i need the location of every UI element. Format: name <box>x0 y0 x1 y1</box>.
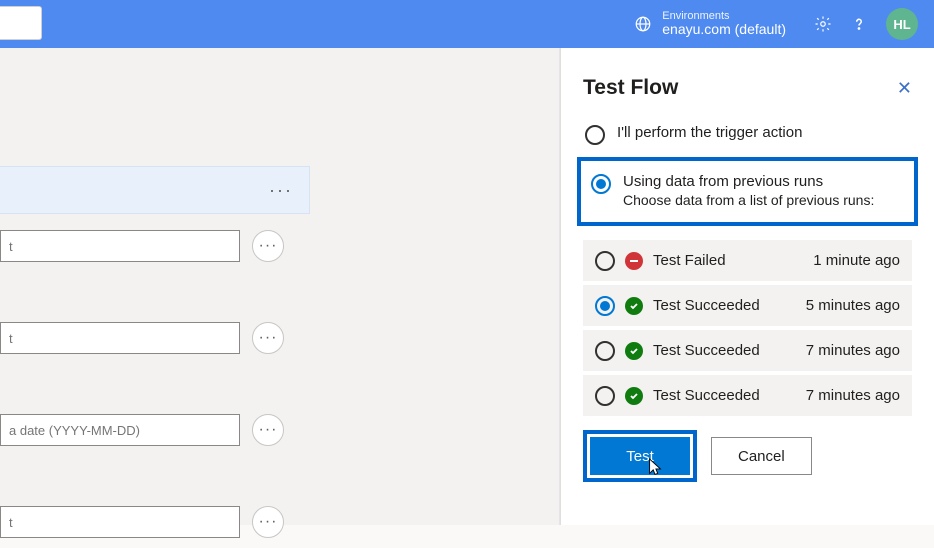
run-item[interactable]: Test Succeeded 5 minutes ago <box>583 285 912 326</box>
panel-buttons: Test Cancel <box>583 430 912 482</box>
option-previous-text: Using data from previous runs Choose dat… <box>623 173 874 208</box>
ellipsis-icon[interactable]: ··· <box>269 180 293 201</box>
option-previous[interactable]: Using data from previous runs Choose dat… <box>589 167 906 214</box>
run-label: Test Succeeded <box>653 342 796 359</box>
status-success-icon <box>625 387 643 405</box>
header-left-box <box>0 6 42 40</box>
app-header: Environments enayu.com (default) HL <box>0 0 934 48</box>
environment-name: enayu.com (default) <box>662 22 786 37</box>
close-icon[interactable]: ✕ <box>897 78 912 99</box>
avatar[interactable]: HL <box>886 8 918 40</box>
highlight-test-button: Test <box>583 430 697 482</box>
run-time: 1 minute ago <box>813 252 900 269</box>
radio-icon[interactable] <box>595 251 615 271</box>
option-previous-label: Using data from previous runs <box>623 173 874 190</box>
radio-icon[interactable] <box>591 174 611 194</box>
run-label: Test Succeeded <box>653 297 796 314</box>
status-success-icon <box>625 297 643 315</box>
gear-icon[interactable] <box>814 15 832 33</box>
help-icon[interactable] <box>850 15 868 33</box>
flow-designer: ··· ··· ··· ··· ··· <box>0 48 560 525</box>
field-options-button[interactable]: ··· <box>252 230 284 262</box>
text-input[interactable] <box>0 322 240 354</box>
input-row: ··· <box>0 496 310 548</box>
highlight-previous-runs: Using data from previous runs Choose dat… <box>577 157 918 226</box>
date-input[interactable] <box>0 414 240 446</box>
run-time: 5 minutes ago <box>806 297 900 314</box>
environment-picker[interactable]: Environments enayu.com (default) <box>634 10 786 37</box>
test-flow-panel: Test Flow ✕ I'll perform the trigger act… <box>560 48 934 525</box>
panel-header: Test Flow ✕ <box>583 76 912 100</box>
option-manual[interactable]: I'll perform the trigger action <box>583 118 912 151</box>
cancel-button[interactable]: Cancel <box>711 437 812 475</box>
test-button[interactable]: Test <box>590 437 690 475</box>
run-label: Test Succeeded <box>653 387 796 404</box>
radio-icon[interactable] <box>595 386 615 406</box>
run-item[interactable]: Test Succeeded 7 minutes ago <box>583 375 912 416</box>
text-input[interactable] <box>0 230 240 262</box>
globe-icon <box>634 15 652 33</box>
run-time: 7 minutes ago <box>806 387 900 404</box>
status-success-icon <box>625 342 643 360</box>
radio-icon[interactable] <box>595 341 615 361</box>
option-manual-label: I'll perform the trigger action <box>617 124 802 141</box>
environment-text: Environments enayu.com (default) <box>662 10 786 37</box>
field-options-button[interactable]: ··· <box>252 414 284 446</box>
environment-label: Environments <box>662 10 786 22</box>
action-card-body: ··· ··· ··· ··· <box>0 220 310 548</box>
field-options-button[interactable]: ··· <box>252 506 284 538</box>
run-item[interactable]: Test Failed 1 minute ago <box>583 240 912 281</box>
run-item[interactable]: Test Succeeded 7 minutes ago <box>583 330 912 371</box>
input-row: ··· <box>0 220 310 272</box>
previous-runs-list: Test Failed 1 minute ago Test Succeeded … <box>583 240 912 416</box>
status-fail-icon <box>625 252 643 270</box>
radio-icon[interactable] <box>585 125 605 145</box>
action-card-header[interactable]: ··· <box>0 166 310 214</box>
field-options-button[interactable]: ··· <box>252 322 284 354</box>
run-label: Test Failed <box>653 252 803 269</box>
run-time: 7 minutes ago <box>806 342 900 359</box>
text-input[interactable] <box>0 506 240 538</box>
radio-icon[interactable] <box>595 296 615 316</box>
input-row: ··· <box>0 312 310 364</box>
input-row: ··· <box>0 404 310 456</box>
option-previous-sub: Choose data from a list of previous runs… <box>623 192 874 208</box>
test-button-label: Test <box>626 448 654 465</box>
panel-title: Test Flow <box>583 76 678 100</box>
